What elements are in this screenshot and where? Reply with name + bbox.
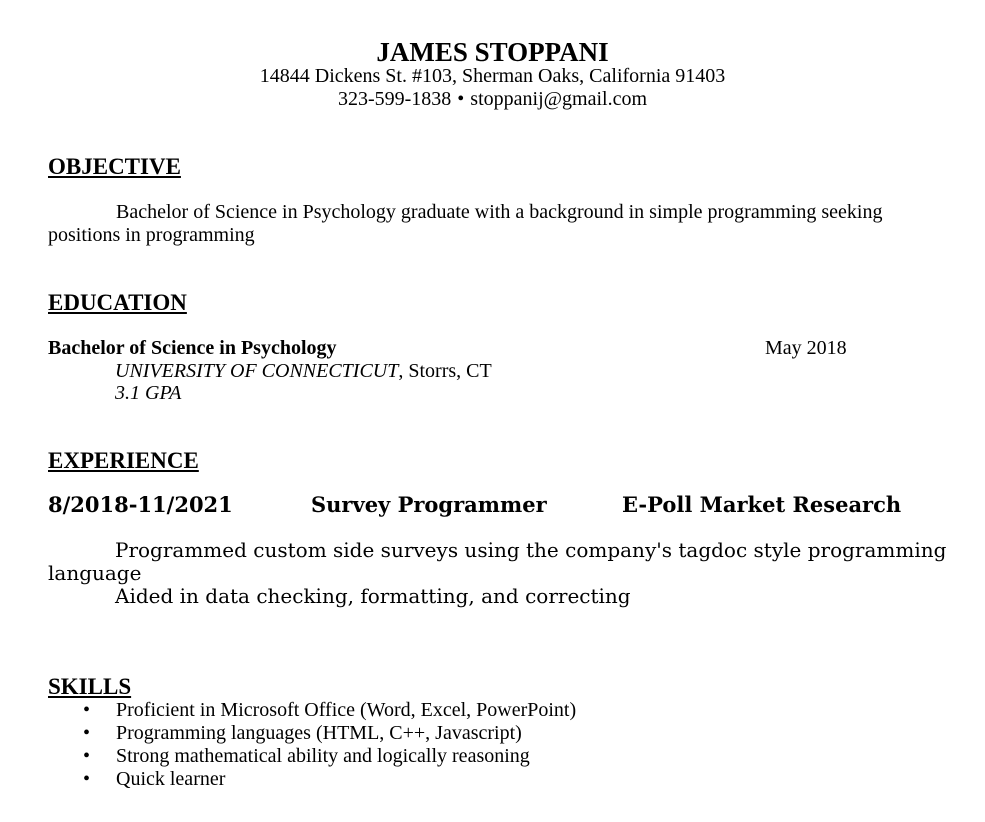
job-title: Survey Programmer	[311, 492, 547, 517]
degree-title: Bachelor of Science in Psychology	[48, 337, 337, 359]
phone-number: 323-599-1838	[337, 88, 452, 110]
skills-heading: SKILLS	[48, 674, 132, 699]
graduation-date: May 2018	[765, 337, 847, 359]
contact-separator: •	[457, 88, 465, 110]
address-line: 14844 Dickens St. #103, Sherman Oaks, Ca…	[259, 65, 726, 87]
experience-heading: EXPERIENCE	[48, 448, 199, 473]
skills-list: • Proficient in Microsoft Office (Word, E…	[80, 699, 576, 791]
education-heading: EDUCATION	[48, 290, 187, 315]
contact-line: 323-599-1838 • stoppanij@gmail.com	[0, 88, 985, 111]
list-item: • Proficient in Microsoft Office (Word, E…	[80, 699, 576, 722]
list-item: • Quick learner	[80, 768, 576, 791]
job-dates: 8/2018-11/2021	[48, 492, 233, 517]
list-item: • Strong mathematical ability and logical…	[80, 745, 576, 768]
skill-text: Programming languages (HTML, C++, Javasc…	[116, 722, 522, 744]
job-company: E-Poll Market Research	[622, 492, 902, 517]
school-line: UNIVERSITY OF CONNECTICUT, Storrs, CT	[115, 360, 492, 383]
job-description: Programmed custom side surveys using the…	[48, 539, 948, 608]
job-duty: Aided in data checking, formatting, and …	[115, 584, 631, 608]
resume-page: JAMES STOPPANI 14844 Dickens St. #103, S…	[0, 0, 985, 822]
gpa: 3.1 GPA	[115, 382, 182, 404]
skill-text: Strong mathematical ability and logicall…	[116, 745, 530, 767]
skill-text: Quick learner	[116, 768, 226, 790]
school-location: , Storrs, CT	[398, 360, 492, 382]
school-name: UNIVERSITY OF CONNECTICUT	[115, 360, 399, 382]
bullet-icon: •	[83, 722, 91, 744]
objective-text: Bachelor of Science in Psychology gradua…	[48, 201, 883, 246]
bullet-icon: •	[83, 699, 91, 721]
resume-name: JAMES STOPPANI	[376, 37, 609, 67]
email-address: stoppanij@gmail.com	[470, 88, 648, 110]
bullet-icon: •	[83, 768, 91, 790]
bullet-icon: •	[83, 745, 91, 767]
objective-heading: OBJECTIVE	[48, 154, 181, 179]
job-duty: Programmed custom side surveys using the…	[48, 538, 947, 585]
list-item: • Programming languages (HTML, C++, Javas…	[80, 722, 576, 745]
skill-text: Proficient in Microsoft Office (Word, Ex…	[116, 699, 577, 721]
